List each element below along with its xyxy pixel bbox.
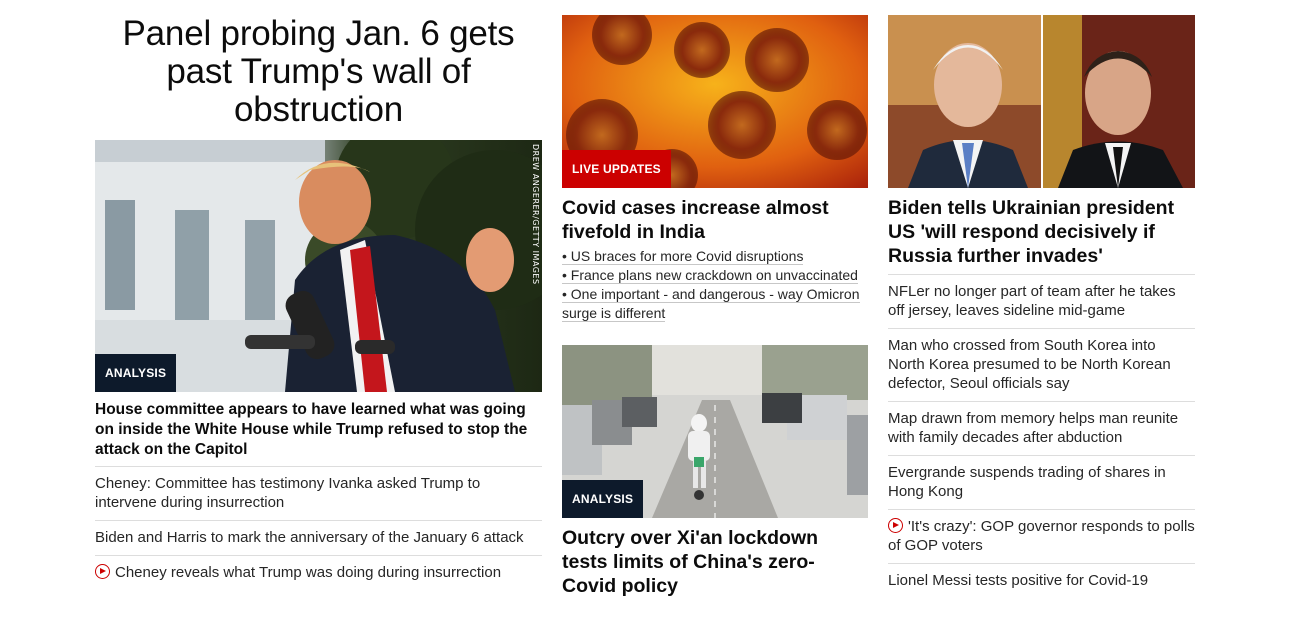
main-headline[interactable]: Panel probing Jan. 6 gets past Trump's w… — [95, 15, 542, 129]
main-story-column: Panel probing Jan. 6 gets past Trump's w… — [95, 15, 542, 590]
biden-zelensky-photo[interactable] — [888, 15, 1195, 188]
headline-link[interactable]: NFLer no longer part of team after he ta… — [888, 275, 1195, 329]
bullet-link[interactable]: • One important - and dangerous - way Om… — [562, 285, 868, 323]
related-link[interactable]: Biden and Harris to mark the anniversary… — [95, 521, 542, 556]
headline-link[interactable]: Man who crossed from South Korea into No… — [888, 329, 1195, 402]
headline-link-text: Evergrande suspends trading of shares in… — [888, 464, 1166, 500]
related-links: Cheney: Committee has testimony Ivanka a… — [95, 467, 542, 590]
photo-credit: DREW ANGERER/GETTY IMAGES — [531, 144, 540, 285]
headline-link[interactable]: Map drawn from memory helps man reunite … — [888, 402, 1195, 456]
biden-ukraine-headline[interactable]: Biden tells Ukrainian president US 'will… — [888, 196, 1195, 275]
play-circle-icon — [888, 518, 903, 533]
headline-link[interactable]: Lionel Messi tests positive for Covid-19 — [888, 564, 1195, 598]
covid-bullet-links: • US braces for more Covid disruptions •… — [562, 247, 868, 323]
analysis-badge: ANALYSIS — [95, 354, 177, 392]
headline-link-text: Map drawn from memory helps man reunite … — [888, 410, 1179, 446]
bullet-link[interactable]: • France plans new crackdown on unvaccin… — [562, 266, 868, 285]
bullet-link[interactable]: • US braces for more Covid disruptions — [562, 247, 868, 266]
related-link-text: Cheney: Committee has testimony Ivanka a… — [95, 475, 481, 511]
lead-story-headline[interactable]: House committee appears to have learned … — [95, 400, 542, 467]
related-link-text: Biden and Harris to mark the anniversary… — [95, 529, 524, 546]
analysis-badge: ANALYSIS — [562, 480, 644, 518]
play-circle-icon — [95, 564, 110, 579]
right-column-links: NFLer no longer part of team after he ta… — [888, 275, 1195, 598]
headline-link[interactable]: Evergrande suspends trading of shares in… — [888, 456, 1195, 510]
trump-photo[interactable]: DREW ANGERER/GETTY IMAGES ANALYSIS — [95, 140, 542, 392]
live-updates-badge: LIVE UPDATES — [562, 150, 671, 188]
headline-link[interactable]: 'It's crazy': GOP governor responds to p… — [888, 510, 1195, 564]
covid-photo[interactable]: LIVE UPDATES — [562, 15, 868, 188]
related-link[interactable]: Cheney: Committee has testimony Ivanka a… — [95, 467, 542, 521]
right-column: Biden tells Ukrainian president US 'will… — [888, 15, 1195, 598]
headline-link-text: 'It's crazy': GOP governor responds to p… — [888, 518, 1195, 554]
headline-link-text: NFLer no longer part of team after he ta… — [888, 283, 1176, 319]
middle-column: LIVE UPDATES Covid cases increase almost… — [562, 15, 868, 598]
xian-headline[interactable]: Outcry over Xi'an lockdown tests limits … — [562, 526, 868, 598]
headline-link-text: Man who crossed from South Korea into No… — [888, 337, 1171, 392]
covid-india-headline[interactable]: Covid cases increase almost fivefold in … — [562, 196, 868, 244]
biden-zelensky-image — [888, 15, 1195, 188]
headline-link-text: Lionel Messi tests positive for Covid-19 — [888, 572, 1149, 589]
xian-photo[interactable]: ANALYSIS — [562, 345, 868, 518]
related-link[interactable]: Cheney reveals what Trump was doing duri… — [95, 556, 542, 590]
related-link-text: Cheney reveals what Trump was doing duri… — [115, 564, 502, 581]
